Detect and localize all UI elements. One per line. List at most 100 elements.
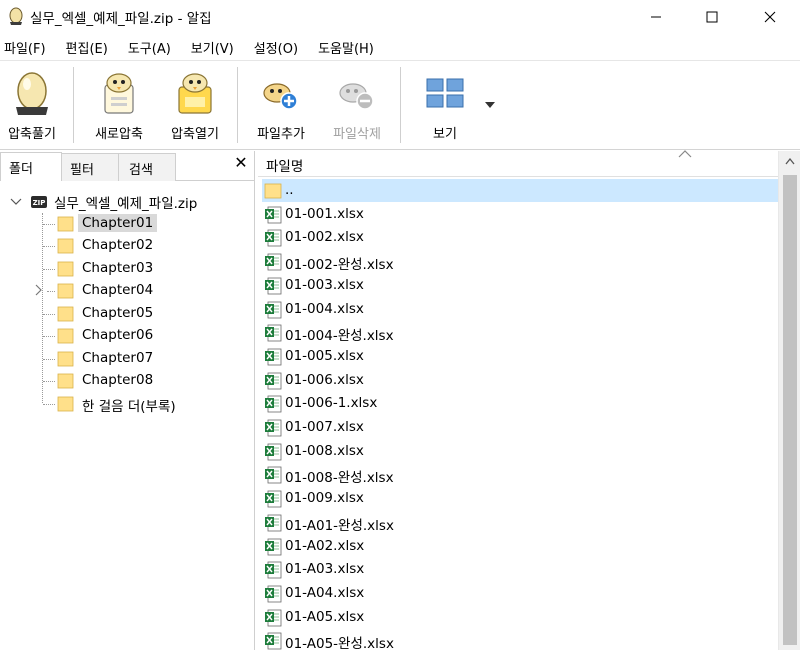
- folder-panel: 폴더 필터 검색 ✕ ZIP 실무_엑셀_예제_파일.zip Chapter01…: [0, 151, 255, 650]
- file-row[interactable]: 01-006-1.xlsx: [262, 392, 778, 415]
- add-file-button[interactable]: 파일추가: [248, 65, 314, 145]
- column-header-filename[interactable]: 파일명: [258, 150, 778, 177]
- toolbar-separator: [237, 67, 238, 143]
- file-name: 01-A02.xlsx: [285, 538, 365, 554]
- excel-file-icon: [265, 585, 282, 603]
- tree-connector: [43, 269, 55, 270]
- egg-extract-icon: [16, 72, 48, 115]
- file-row[interactable]: 01-008-완성.xlsx: [262, 463, 778, 486]
- excel-file-icon: [265, 632, 282, 650]
- menu-tools[interactable]: 도구(A): [124, 38, 179, 57]
- open-archive-button[interactable]: 압축열기: [160, 65, 230, 145]
- menu-help[interactable]: 도움말(H): [314, 38, 382, 57]
- file-row[interactable]: 01-A02.xlsx: [262, 535, 778, 558]
- folder-icon: [57, 283, 74, 299]
- file-name: 01-007.xlsx: [285, 419, 364, 435]
- file-name: 01-003.xlsx: [285, 277, 364, 293]
- panel-close-button[interactable]: ✕: [232, 154, 250, 172]
- tree-folder-label: Chapter02: [82, 237, 154, 253]
- file-row[interactable]: 01-007.xlsx: [262, 416, 778, 439]
- menu-file[interactable]: 파일(F): [0, 38, 54, 57]
- delete-file-label: 파일삭제: [333, 127, 381, 142]
- chevron-down-icon[interactable]: [10, 197, 22, 207]
- excel-file-icon: [265, 514, 282, 532]
- new-archive-character-icon: [104, 73, 134, 114]
- window-title: 실무_엑셀_예제_파일.zip - 알집: [30, 11, 212, 27]
- menu-edit[interactable]: 편집(E): [62, 38, 116, 57]
- excel-file-icon: [265, 206, 282, 224]
- file-name: 01-009.xlsx: [285, 490, 364, 506]
- file-row[interactable]: 01-A04.xlsx: [262, 582, 778, 605]
- file-row[interactable]: 01-004.xlsx: [262, 298, 778, 321]
- tree-connector: [43, 246, 55, 247]
- file-name: 01-A01-완성.xlsx: [285, 518, 394, 534]
- excel-file-icon: [265, 466, 282, 484]
- view-dropdown-button[interactable]: [480, 65, 500, 145]
- zip-archive-icon: ZIP: [31, 196, 47, 208]
- scroll-up-button[interactable]: [779, 151, 800, 171]
- file-row[interactable]: 01-009.xlsx: [262, 487, 778, 510]
- menu-bar: 파일(F) 편집(E) 도구(A) 보기(V) 설정(O) 도움말(H): [0, 34, 800, 60]
- tree-connector: [47, 291, 55, 292]
- excel-file-icon: [265, 538, 282, 556]
- folder-icon: [57, 373, 74, 389]
- chevron-right-icon[interactable]: [34, 284, 44, 296]
- file-row[interactable]: 01-004-완성.xlsx: [262, 321, 778, 344]
- file-name: 01-006-1.xlsx: [285, 395, 378, 411]
- toolbar-separator: [73, 67, 74, 143]
- file-row[interactable]: 01-006.xlsx: [262, 369, 778, 392]
- file-name: 01-004-완성.xlsx: [285, 328, 394, 344]
- tree-connector: [43, 314, 55, 315]
- tree-folder-label: Chapter07: [82, 350, 154, 366]
- tree-folder-label: Chapter01: [78, 214, 158, 232]
- tab-filter[interactable]: 필터: [61, 153, 119, 181]
- close-button[interactable]: [741, 0, 799, 34]
- file-row[interactable]: 01-008.xlsx: [262, 440, 778, 463]
- excel-file-icon: [265, 561, 282, 579]
- new-archive-button[interactable]: 새로압축: [84, 65, 154, 145]
- tree-connector: [43, 359, 55, 360]
- scroll-thumb[interactable]: [783, 175, 797, 645]
- file-row[interactable]: 01-A05.xlsx: [262, 606, 778, 629]
- tree-connector: [42, 213, 43, 403]
- sort-ascending-icon: [678, 150, 692, 158]
- add-file-icon: [263, 83, 298, 110]
- tab-search[interactable]: 검색: [118, 153, 176, 181]
- file-row[interactable]: 01-005.xlsx: [262, 345, 778, 368]
- view-label: 보기: [433, 127, 457, 142]
- delete-file-button[interactable]: 파일삭제: [323, 65, 391, 145]
- view-button[interactable]: 보기: [414, 65, 476, 145]
- file-row[interactable]: 01-002-완성.xlsx: [262, 250, 778, 273]
- file-list-panel: 파일명 .. 01-001.xlsx 01-002.xlsx 01-002-완성.x…: [258, 150, 800, 650]
- file-name: 01-004.xlsx: [285, 301, 364, 317]
- file-name: 01-A05.xlsx: [285, 609, 365, 625]
- menu-settings[interactable]: 설정(O): [250, 38, 306, 57]
- tab-folder[interactable]: 폴더: [0, 152, 62, 181]
- file-row[interactable]: 01-A03.xlsx: [262, 558, 778, 581]
- file-row[interactable]: 01-003.xlsx: [262, 274, 778, 297]
- parent-folder-label: ..: [285, 182, 294, 198]
- parent-folder-row[interactable]: ..: [262, 179, 778, 202]
- excel-file-icon: [265, 395, 282, 413]
- folder-icon: [57, 396, 74, 412]
- file-row[interactable]: 01-001.xlsx: [262, 203, 778, 226]
- maximize-button[interactable]: [683, 0, 741, 34]
- panel-tabs: 폴더 필터 검색 ✕: [0, 151, 255, 181]
- open-archive-label: 압축열기: [171, 127, 219, 142]
- view-grid-icon: [426, 78, 464, 108]
- extract-button[interactable]: 압축풀기: [0, 65, 64, 145]
- excel-file-icon: [265, 443, 282, 461]
- menu-view[interactable]: 보기(V): [187, 38, 242, 57]
- file-row[interactable]: 01-A01-완성.xlsx: [262, 511, 778, 534]
- file-name: 01-005.xlsx: [285, 348, 364, 364]
- file-row[interactable]: 01-A05-완성.xlsx: [262, 629, 778, 650]
- tree-folder-label: Chapter08: [82, 372, 154, 388]
- tree-root[interactable]: ZIP 실무_엑셀_예제_파일.zip: [10, 191, 197, 213]
- delete-file-icon: [339, 83, 374, 110]
- tree-folder-label: Chapter05: [82, 305, 154, 321]
- file-name: 01-A03.xlsx: [285, 561, 365, 577]
- add-file-label: 파일추가: [257, 127, 305, 142]
- minimize-button[interactable]: [627, 0, 685, 34]
- file-row[interactable]: 01-002.xlsx: [262, 226, 778, 249]
- vertical-scrollbar[interactable]: [778, 151, 800, 650]
